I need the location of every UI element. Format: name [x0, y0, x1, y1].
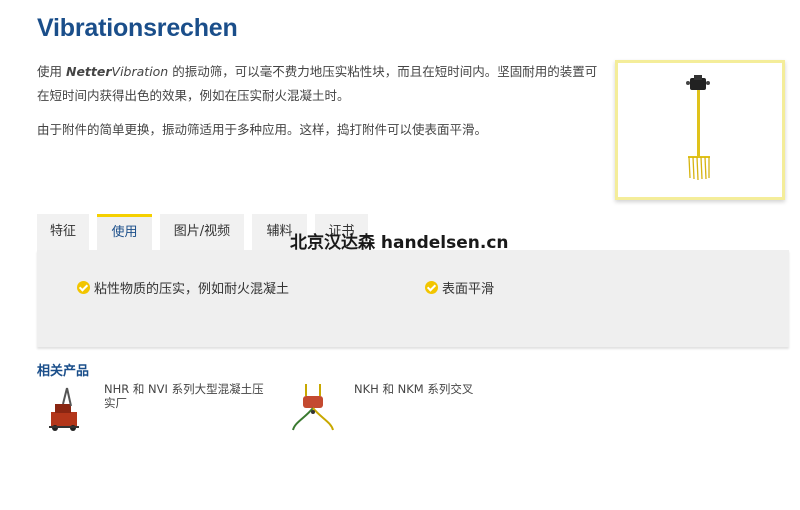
tab-features[interactable]: 特征 [37, 214, 89, 250]
usage-item: 表面平滑 [425, 278, 494, 297]
concrete-compactor-thumbnail [49, 387, 79, 431]
usage-item-label: 表面平滑 [442, 282, 495, 297]
check-circle-icon [425, 281, 438, 294]
product-image-frame[interactable] [615, 60, 785, 200]
intro-text: 使用 NetterVibration 的振动筛，可以毫不费力地压实粘性块，而且在… [37, 60, 602, 152]
related-product-label[interactable]: NHR 和 NVI 系列大型混凝土压实厂 [104, 382, 269, 410]
tab-usage[interactable]: 使用 [97, 214, 152, 250]
page-title: Vibrationsrechen [37, 14, 238, 42]
check-circle-icon [77, 281, 90, 294]
intro-p1-pre: 使用 [37, 64, 66, 79]
related-products-heading: 相关产品 [37, 364, 90, 379]
intro-paragraph-1: 使用 NetterVibration 的振动筛，可以毫不费力地压实粘性块，而且在… [37, 60, 602, 108]
brand-vibration: Vibration [111, 64, 169, 79]
brand-netter: Netter [65, 64, 112, 79]
intro-paragraph-2: 由于附件的简单更换，振动筛适用于多种应用。这样，捣打附件可以使表面平滑。 [37, 122, 488, 137]
vibration-rake-image [686, 75, 710, 181]
usage-item: 粘性物质的压实，例如耐火混凝土 [77, 278, 289, 297]
related-product-label[interactable]: NKH 和 NKM 系列交叉 [354, 382, 494, 396]
tab-panel-usage: 粘性物质的压实，例如耐火混凝土 表面平滑 [37, 250, 789, 347]
tab-images-video[interactable]: 图片/视频 [160, 214, 244, 250]
cross-vibrator-thumbnail [292, 384, 334, 431]
watermark: 北京汉达森 handelsen.cn [290, 233, 509, 253]
usage-item-label: 粘性物质的压实，例如耐火混凝土 [94, 282, 290, 297]
